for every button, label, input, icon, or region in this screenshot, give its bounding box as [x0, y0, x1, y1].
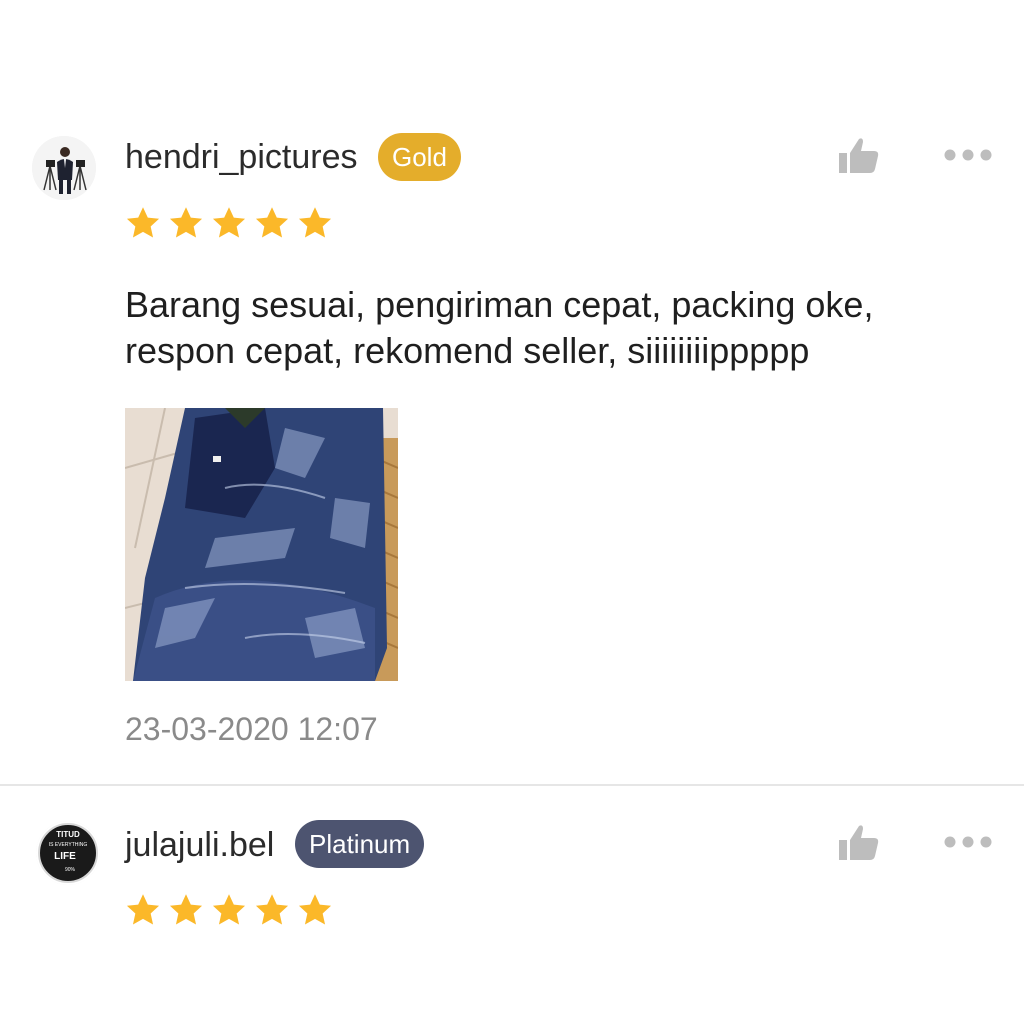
username[interactable]: julajuli.bel [125, 825, 274, 865]
review-item: TITUD IS EVERYTHING LIFE 90% julajuli.be… [0, 786, 1024, 1024]
star-icon [126, 894, 160, 925]
user-avatar[interactable]: TITUD IS EVERYTHING LIFE 90% [36, 821, 100, 885]
review-photo[interactable] [125, 408, 398, 681]
star-icon [169, 207, 203, 238]
membership-badge: Gold [378, 133, 461, 181]
thumbs-up-icon[interactable] [837, 135, 881, 179]
more-dots-icon[interactable] [944, 834, 992, 850]
star-rating [125, 205, 333, 241]
membership-badge: Platinum [295, 820, 425, 868]
username[interactable]: hendri_pictures [125, 137, 357, 177]
star-icon [298, 894, 332, 925]
more-dots-icon[interactable] [944, 147, 992, 163]
avatar-text: 90% [65, 867, 76, 873]
star-icon [169, 894, 203, 925]
avatar-text: LIFE [54, 851, 76, 862]
avatar-text: IS EVERYTHING [49, 842, 88, 848]
star-icon [255, 207, 289, 238]
star-icon [298, 207, 332, 238]
user-avatar[interactable] [32, 136, 96, 200]
star-icon [126, 207, 160, 238]
star-icon [212, 207, 246, 238]
star-rating [125, 892, 333, 928]
thumbs-up-icon[interactable] [837, 822, 881, 866]
review-text: Barang sesuai, pengiriman cepat, packing… [125, 284, 874, 371]
review-timestamp: 23-03-2020 12:07 [125, 711, 378, 747]
star-icon [255, 894, 289, 925]
star-icon [212, 894, 246, 925]
avatar-text: TITUD [56, 830, 80, 839]
review-item: hendri_pictures Gold Barang sesuai, peng… [0, 0, 1024, 785]
